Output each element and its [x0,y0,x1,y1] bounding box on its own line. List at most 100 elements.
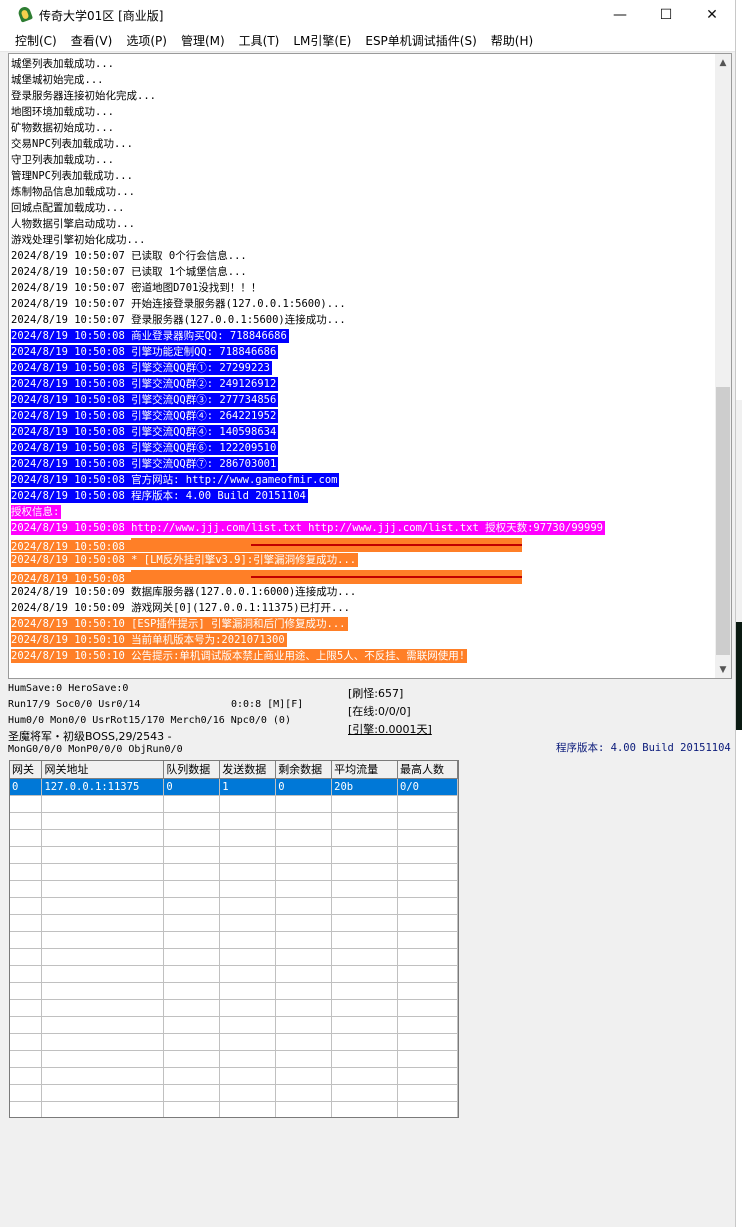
empty-cell[interactable] [275,982,333,1000]
empty-cell[interactable] [331,829,399,847]
empty-cell[interactable] [397,863,458,881]
empty-cell[interactable] [41,931,165,949]
empty-cell[interactable] [41,880,165,898]
empty-cell[interactable] [219,863,277,881]
gateway-grid[interactable]: 网关 网关地址 队列数据 发送数据 剩余数据 平均流量 最高人数 0 127.0… [9,760,459,1118]
empty-cell[interactable] [10,999,43,1017]
empty-cell[interactable] [397,795,458,813]
empty-cell[interactable] [331,1101,399,1117]
cell-address[interactable]: 127.0.0.1:11375 [41,778,165,796]
empty-cell[interactable] [331,1084,399,1102]
empty-cell[interactable] [163,829,221,847]
empty-cell[interactable] [397,1050,458,1068]
empty-cell[interactable] [397,880,458,898]
empty-cell[interactable] [41,795,165,813]
empty-cell[interactable] [275,931,333,949]
scroll-up-icon[interactable]: ▲ [715,54,731,71]
empty-cell[interactable] [219,829,277,847]
empty-cell[interactable] [397,914,458,932]
empty-cell[interactable] [219,1101,277,1117]
empty-cell[interactable] [163,914,221,932]
empty-cell[interactable] [10,931,43,949]
empty-cell[interactable] [219,982,277,1000]
col-gateway[interactable]: 网关 [10,761,43,779]
col-sent-data[interactable]: 发送数据 [219,761,277,779]
close-button[interactable]: ✕ [689,0,735,30]
empty-cell[interactable] [397,999,458,1017]
empty-cell[interactable] [163,1016,221,1034]
empty-cell[interactable] [331,863,399,881]
menu-help[interactable]: 帮助(H) [486,32,538,49]
empty-cell[interactable] [10,982,43,1000]
empty-cell[interactable] [41,982,165,1000]
empty-cell[interactable] [275,829,333,847]
table-row[interactable] [10,829,458,847]
empty-cell[interactable] [163,948,221,966]
menu-lm-engine[interactable]: LM引擎(E) [288,32,356,49]
status-engine[interactable]: [引擎:0.0001天] [348,721,432,737]
empty-cell[interactable] [397,1067,458,1085]
empty-cell[interactable] [275,863,333,881]
log-scrollbar[interactable]: ▲ ▼ [715,54,731,678]
empty-cell[interactable] [275,812,333,830]
empty-cell[interactable] [397,1033,458,1051]
empty-cell[interactable] [397,948,458,966]
empty-cell[interactable] [331,880,399,898]
table-row[interactable] [10,863,458,881]
table-row[interactable] [10,795,458,813]
empty-cell[interactable] [10,1016,43,1034]
empty-cell[interactable] [331,795,399,813]
empty-cell[interactable] [41,897,165,915]
empty-cell[interactable] [10,1050,43,1068]
empty-cell[interactable] [331,931,399,949]
empty-cell[interactable] [163,795,221,813]
empty-cell[interactable] [10,965,43,983]
empty-cell[interactable] [41,863,165,881]
empty-cell[interactable] [397,931,458,949]
empty-cell[interactable] [219,1033,277,1051]
empty-cell[interactable] [275,914,333,932]
menu-tools[interactable]: 工具(T) [234,32,285,49]
empty-cell[interactable] [10,812,43,830]
empty-cell[interactable] [41,965,165,983]
empty-cell[interactable] [331,965,399,983]
empty-cell[interactable] [219,1084,277,1102]
empty-cell[interactable] [219,1067,277,1085]
empty-cell[interactable] [10,829,43,847]
menu-manage[interactable]: 管理(M) [176,32,230,49]
empty-cell[interactable] [275,846,333,864]
empty-cell[interactable] [275,880,333,898]
cell-max[interactable]: 0/0 [397,778,458,796]
empty-cell[interactable] [275,1067,333,1085]
table-row[interactable] [10,948,458,966]
empty-cell[interactable] [331,948,399,966]
cell-queue[interactable]: 0 [163,778,221,796]
col-queue-data[interactable]: 队列数据 [163,761,221,779]
empty-cell[interactable] [219,1016,277,1034]
empty-cell[interactable] [219,999,277,1017]
table-row[interactable] [10,914,458,932]
cell-remaining[interactable]: 0 [275,778,333,796]
empty-cell[interactable] [219,948,277,966]
menu-esp-plugin[interactable]: ESP单机调试插件(S) [360,32,481,49]
empty-cell[interactable] [331,982,399,1000]
empty-cell[interactable] [41,1050,165,1068]
empty-cell[interactable] [331,897,399,915]
empty-cell[interactable] [219,1050,277,1068]
empty-cell[interactable] [163,999,221,1017]
col-gateway-address[interactable]: 网关地址 [41,761,165,779]
empty-cell[interactable] [275,795,333,813]
empty-cell[interactable] [331,914,399,932]
empty-cell[interactable] [163,812,221,830]
table-row[interactable] [10,812,458,830]
empty-cell[interactable] [219,965,277,983]
empty-cell[interactable] [397,846,458,864]
empty-cell[interactable] [331,999,399,1017]
empty-cell[interactable] [275,1016,333,1034]
empty-cell[interactable] [10,1084,43,1102]
empty-cell[interactable] [10,1033,43,1051]
empty-cell[interactable] [10,948,43,966]
minimize-button[interactable]: — [597,0,643,30]
empty-cell[interactable] [163,1101,221,1117]
empty-cell[interactable] [331,846,399,864]
